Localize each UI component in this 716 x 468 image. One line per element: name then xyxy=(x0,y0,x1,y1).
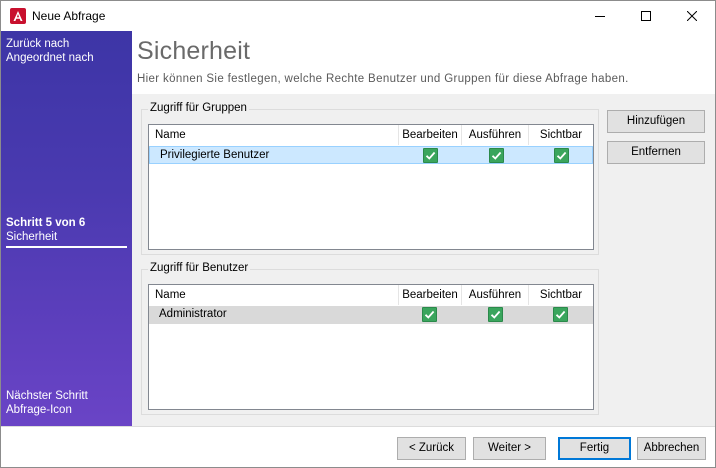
users-access-label: Zugriff für Benutzer xyxy=(148,262,251,274)
column-header-sichtbar[interactable]: Sichtbar xyxy=(529,285,593,305)
next-step-name: Abfrage-Icon xyxy=(6,404,72,416)
footer-divider xyxy=(1,426,715,427)
users-access-groupbox: Zugriff für Benutzer Name Bearbeiten Aus… xyxy=(141,262,599,415)
bearbeiten-checkbox[interactable] xyxy=(423,148,438,163)
page-description: Hier können Sie festlegen, welche Rechte… xyxy=(137,73,629,85)
next-step-link[interactable]: Nächster Schritt Abfrage-Icon xyxy=(6,389,88,417)
access-icon xyxy=(10,8,26,24)
column-header-name[interactable]: Name xyxy=(149,125,399,145)
users-list-header: Name Bearbeiten Ausführen Sichtbar xyxy=(149,285,593,305)
sichtbar-checkbox[interactable] xyxy=(554,148,569,163)
column-header-bearbeiten[interactable]: Bearbeiten xyxy=(399,125,462,145)
finish-button[interactable]: Fertig xyxy=(558,437,631,460)
users-list-row[interactable]: Administrator xyxy=(149,306,593,324)
current-step-label: Schritt 5 von 6 xyxy=(6,217,86,229)
maximize-icon[interactable] xyxy=(623,1,669,31)
column-header-name[interactable]: Name xyxy=(149,285,399,305)
previous-step-link[interactable]: Zurück nach Angeordnet nach xyxy=(6,37,94,65)
column-header-ausfuehren[interactable]: Ausführen xyxy=(462,125,529,145)
previous-step-name: Angeordnet nach xyxy=(6,52,94,64)
ausfuehren-checkbox[interactable] xyxy=(489,148,504,163)
groups-list-row[interactable]: Privilegierte Benutzer xyxy=(149,146,593,164)
minimize-icon[interactable] xyxy=(577,1,623,31)
next-button[interactable]: Weiter > xyxy=(473,437,546,460)
page-title: Sicherheit xyxy=(137,37,251,65)
groups-access-groupbox: Zugriff für Gruppen Name Bearbeiten Ausf… xyxy=(141,102,599,255)
users-list[interactable]: Name Bearbeiten Ausführen Sichtbar Admin… xyxy=(148,284,594,410)
group-name: Privilegierte Benutzer xyxy=(160,149,270,161)
remove-button[interactable]: Entfernen xyxy=(607,141,705,164)
previous-step-label: Zurück nach xyxy=(6,38,70,50)
cancel-button[interactable]: Abbrechen xyxy=(637,437,706,460)
user-name: Administrator xyxy=(159,308,227,320)
column-header-bearbeiten[interactable]: Bearbeiten xyxy=(399,285,462,305)
ausfuehren-checkbox[interactable] xyxy=(488,307,503,322)
current-step-underline xyxy=(6,246,127,248)
add-button[interactable]: Hinzufügen xyxy=(607,110,705,133)
title-bar: Neue Abfrage xyxy=(1,1,715,31)
groups-list-header: Name Bearbeiten Ausführen Sichtbar xyxy=(149,125,593,145)
wizard-window: Neue Abfrage Zurück nach Angeordnet nach… xyxy=(0,0,716,468)
bearbeiten-checkbox[interactable] xyxy=(422,307,437,322)
close-icon[interactable] xyxy=(669,1,715,31)
current-step-name: Sicherheit xyxy=(6,231,58,243)
groups-access-label: Zugriff für Gruppen xyxy=(148,102,249,114)
groups-list[interactable]: Name Bearbeiten Ausführen Sichtbar Privi… xyxy=(148,124,594,250)
wizard-sidebar: Zurück nach Angeordnet nach Schritt 5 vo… xyxy=(1,31,132,426)
column-header-sichtbar[interactable]: Sichtbar xyxy=(529,125,593,145)
next-step-label: Nächster Schritt xyxy=(6,390,88,402)
column-header-ausfuehren[interactable]: Ausführen xyxy=(462,285,529,305)
back-button[interactable]: < Zurück xyxy=(397,437,466,460)
sichtbar-checkbox[interactable] xyxy=(553,307,568,322)
window-title: Neue Abfrage xyxy=(32,9,106,23)
